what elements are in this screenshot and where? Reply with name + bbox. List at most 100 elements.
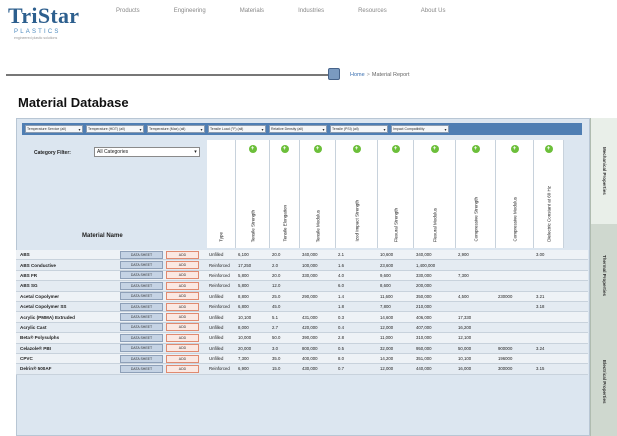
table-row[interactable]: Acrylic Cast DATA SHEET ADD Unfilled 8,000 2.…: [16, 322, 588, 334]
sort-icon[interactable]: +: [471, 145, 480, 153]
table-cell: 10,000: [238, 335, 252, 341]
column-header[interactable]: + Dielectric Constant at 60 Hz: [534, 140, 564, 248]
filter-select[interactable]: Temperature (HDT) (all) ▾: [86, 125, 144, 133]
filter-select[interactable]: Temperature (Max) (all) ▾: [147, 125, 205, 133]
data-sheet-button[interactable]: DATA SHEET: [120, 281, 163, 290]
data-sheet-button[interactable]: DATA SHEET: [120, 354, 163, 363]
add-button[interactable]: ADD: [166, 333, 199, 342]
table-row[interactable]: ABS SG DATA SHEET ADD Reinforced 5,800 12.0 6.…: [16, 281, 588, 292]
material-name[interactable]: ABS Conductive: [16, 263, 120, 268]
add-button[interactable]: ADD: [166, 354, 199, 363]
table-row[interactable]: Acrylic (PMMA) Extruded DATA SHEET ADD Unfi…: [16, 312, 588, 323]
data-sheet-button[interactable]: DATA SHEET: [120, 302, 163, 311]
material-name[interactable]: Delrin® 500AF: [16, 366, 120, 371]
material-name[interactable]: Acetal Copolymer: [16, 294, 120, 299]
tab-electrical-properties[interactable]: Electrical Properties: [591, 328, 617, 436]
data-sheet-button[interactable]: DATA SHEET: [120, 271, 163, 280]
table-cell: 400,000: [302, 356, 318, 362]
column-header-label: Type: [218, 232, 224, 242]
material-name[interactable]: ABS FR: [16, 273, 120, 278]
chevron-down-icon: ▾: [139, 126, 142, 132]
add-button[interactable]: ADD: [166, 281, 199, 290]
add-button[interactable]: ADD: [166, 344, 199, 353]
data-sheet-button[interactable]: DATA SHEET: [120, 364, 163, 373]
add-button[interactable]: ADD: [166, 292, 199, 301]
table-cell: 17,250: [238, 262, 252, 268]
chevron-down-icon: ▾: [194, 149, 197, 155]
data-sheet-button[interactable]: DATA SHEET: [120, 333, 163, 342]
sort-icon[interactable]: +: [430, 145, 439, 153]
material-name[interactable]: CPVC: [16, 356, 120, 361]
table-cell: 350,000: [416, 293, 432, 299]
column-header[interactable]: + Izod Impact Strength: [336, 140, 378, 248]
column-header[interactable]: + Tensile Modulus: [300, 140, 336, 248]
table-row[interactable]: Delrin® 500AF DATA SHEET ADD Reinforced 6,90…: [16, 364, 588, 375]
add-button[interactable]: ADD: [166, 261, 199, 270]
nav-item-resources[interactable]: Resources: [358, 8, 387, 14]
breadcrumb-home-link[interactable]: Home: [350, 72, 365, 78]
add-button[interactable]: ADD: [166, 313, 199, 322]
tab-mechanical-properties[interactable]: Mechanical Properties: [591, 118, 617, 224]
sort-icon[interactable]: +: [510, 145, 519, 153]
add-button[interactable]: ADD: [166, 302, 199, 311]
add-button[interactable]: ADD: [166, 250, 199, 259]
column-header[interactable]: + Compressive Strength: [456, 140, 496, 248]
sort-icon[interactable]: +: [391, 145, 400, 153]
table-row[interactable]: ABS DATA SHEET ADD Unfilled 6,100 20.0 340,000…: [16, 250, 588, 261]
data-sheet-button[interactable]: DATA SHEET: [120, 292, 163, 301]
table-row[interactable]: ABS FR DATA SHEET ADD Reinforced 5,800 20.0 33…: [16, 270, 588, 282]
nav-item-engineering[interactable]: Engineering: [174, 8, 206, 14]
table-cell: 12,100: [458, 335, 472, 341]
material-name[interactable]: Acetal Copolymer SS: [16, 304, 120, 309]
material-name[interactable]: Celazole® PBI: [16, 346, 120, 351]
material-name[interactable]: Acrylic (PMMA) Extruded: [16, 315, 120, 320]
data-sheet-button[interactable]: DATA SHEET: [120, 313, 163, 322]
column-header[interactable]: + Flexural Modulus: [414, 140, 456, 248]
data-sheet-button[interactable]: DATA SHEET: [120, 250, 163, 259]
category-filter-select[interactable]: All Categories ▾: [94, 147, 200, 157]
table-row[interactable]: ABS Conductive DATA SHEET ADD Reinforced 17,…: [16, 260, 588, 271]
table-row[interactable]: CPVC DATA SHEET ADD Unfilled 7,300 35.0 400,00…: [16, 353, 588, 365]
sort-icon[interactable]: +: [544, 145, 553, 153]
column-header[interactable]: Type: [207, 140, 236, 248]
data-sheet-button[interactable]: DATA SHEET: [120, 323, 163, 332]
sort-icon[interactable]: +: [280, 145, 289, 153]
material-name[interactable]: Beta® Polysulphs: [16, 335, 120, 340]
table-cell: 5,800: [238, 283, 249, 289]
nav-item-products[interactable]: Products: [116, 8, 140, 14]
logo[interactable]: TriStar PLASTICS engineered plastic solu…: [8, 4, 84, 41]
logo-tagline: engineered plastic solutions: [14, 36, 58, 40]
material-name[interactable]: Acrylic Cast: [16, 325, 120, 330]
tab-thermal-properties[interactable]: Thermal Properties: [591, 224, 617, 328]
material-name[interactable]: ABS: [16, 252, 120, 257]
data-sheet-button[interactable]: DATA SHEET: [120, 344, 163, 353]
table-row[interactable]: Acetal Copolymer SS DATA SHEET ADD Reinforc…: [16, 301, 588, 313]
column-header[interactable]: + Flexural Strength: [378, 140, 414, 248]
column-header[interactable]: + Tensile Strength: [236, 140, 270, 248]
filter-select[interactable]: Temperature Service (all) ▾: [25, 125, 83, 133]
add-button[interactable]: ADD: [166, 271, 199, 280]
sort-icon[interactable]: +: [352, 145, 361, 153]
table-cell: 10,100: [458, 356, 472, 362]
column-header[interactable]: + Compressive Modulus: [496, 140, 534, 248]
filter-select[interactable]: Tensile (PSI) (all) ▾: [330, 125, 388, 133]
add-button[interactable]: ADD: [166, 364, 199, 373]
filter-select[interactable]: Relative Density (all) ▾: [269, 125, 327, 133]
table-row[interactable]: Acetal Copolymer DATA SHEET ADD Unfilled 8,8…: [16, 291, 588, 302]
data-sheet-button[interactable]: DATA SHEET: [120, 261, 163, 270]
filter-select[interactable]: Tensile Load (°F) (all) ▾: [208, 125, 266, 133]
table-cell: 1.4: [338, 293, 344, 299]
nav-item-materials[interactable]: Materials: [240, 8, 264, 14]
add-button[interactable]: ADD: [166, 323, 199, 332]
sort-icon[interactable]: +: [313, 145, 322, 153]
home-icon[interactable]: [328, 68, 340, 80]
column-header[interactable]: + Tensile Elongation: [270, 140, 300, 248]
table-cell: 6.0: [338, 283, 344, 289]
table-row[interactable]: Beta® Polysulphs DATA SHEET ADD Unfilled 10,…: [16, 333, 588, 344]
table-row[interactable]: Celazole® PBI DATA SHEET ADD Unfilled 20,000…: [16, 343, 588, 354]
nav-item-industries[interactable]: Industries: [298, 8, 324, 14]
sort-icon[interactable]: +: [248, 145, 257, 153]
filter-select[interactable]: Impact Compatibility ▾: [391, 125, 449, 133]
material-name[interactable]: ABS SG: [16, 283, 120, 288]
nav-item-about[interactable]: About Us: [421, 8, 446, 14]
